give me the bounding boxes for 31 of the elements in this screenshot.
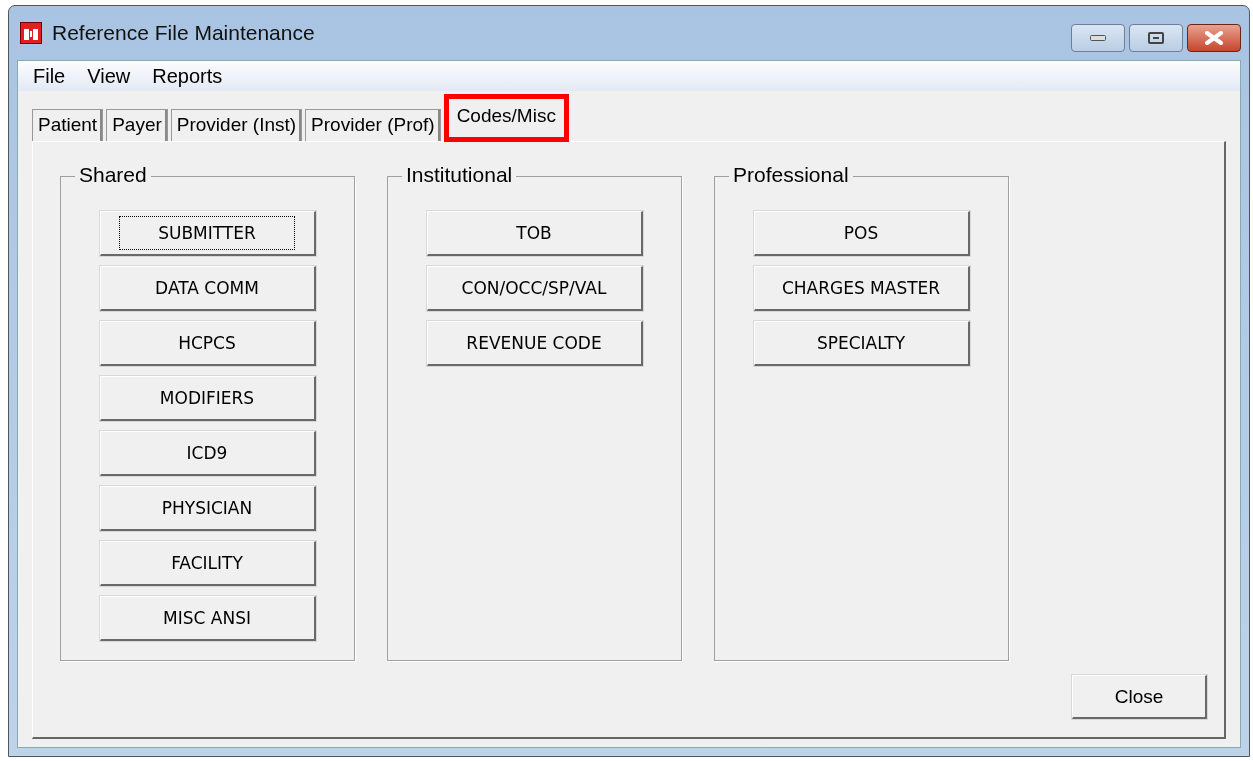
command-button[interactable]: MODIFIERS (99, 376, 316, 421)
command-button[interactable]: CON/OCC/SP/VAL (426, 266, 643, 311)
command-button[interactable]: CHARGES MASTER (753, 266, 970, 311)
tab[interactable]: Payer (106, 109, 168, 141)
close-button[interactable] (1187, 24, 1241, 52)
menu-item[interactable]: Reports (143, 64, 232, 88)
command-button[interactable]: HCPCS (99, 321, 316, 366)
close-dialog-button[interactable]: Close (1072, 675, 1207, 719)
command-button[interactable]: POS (753, 211, 970, 256)
tab[interactable]: Provider (Prof) (305, 109, 441, 141)
tab[interactable]: Patient (32, 109, 104, 141)
menu-item[interactable]: File (24, 64, 75, 88)
window-title: Reference File Maintenance (52, 21, 315, 45)
tab[interactable]: Codes/Misc (443, 94, 569, 142)
command-button[interactable]: TOB (426, 211, 643, 256)
maximize-icon (1148, 32, 1164, 44)
minimize-button[interactable] (1071, 24, 1125, 52)
command-button[interactable]: PHYSICIAN (99, 486, 316, 531)
command-button[interactable]: SUBMITTER (99, 211, 316, 256)
command-button[interactable]: ICD9 (99, 431, 316, 476)
minimize-icon (1090, 35, 1106, 41)
command-button[interactable]: SPECIALTY (753, 321, 970, 366)
command-button[interactable]: FACILITY (99, 541, 316, 586)
close-icon (1204, 31, 1224, 45)
tab[interactable]: Provider (Inst) (170, 109, 303, 141)
menu-item[interactable]: View (78, 64, 140, 88)
command-button[interactable]: REVENUE CODE (426, 321, 643, 366)
command-button[interactable]: DATA COMM (99, 266, 316, 311)
maximize-button[interactable] (1129, 24, 1183, 52)
command-button[interactable]: MISC ANSI (99, 596, 316, 641)
app-icon (20, 22, 42, 44)
